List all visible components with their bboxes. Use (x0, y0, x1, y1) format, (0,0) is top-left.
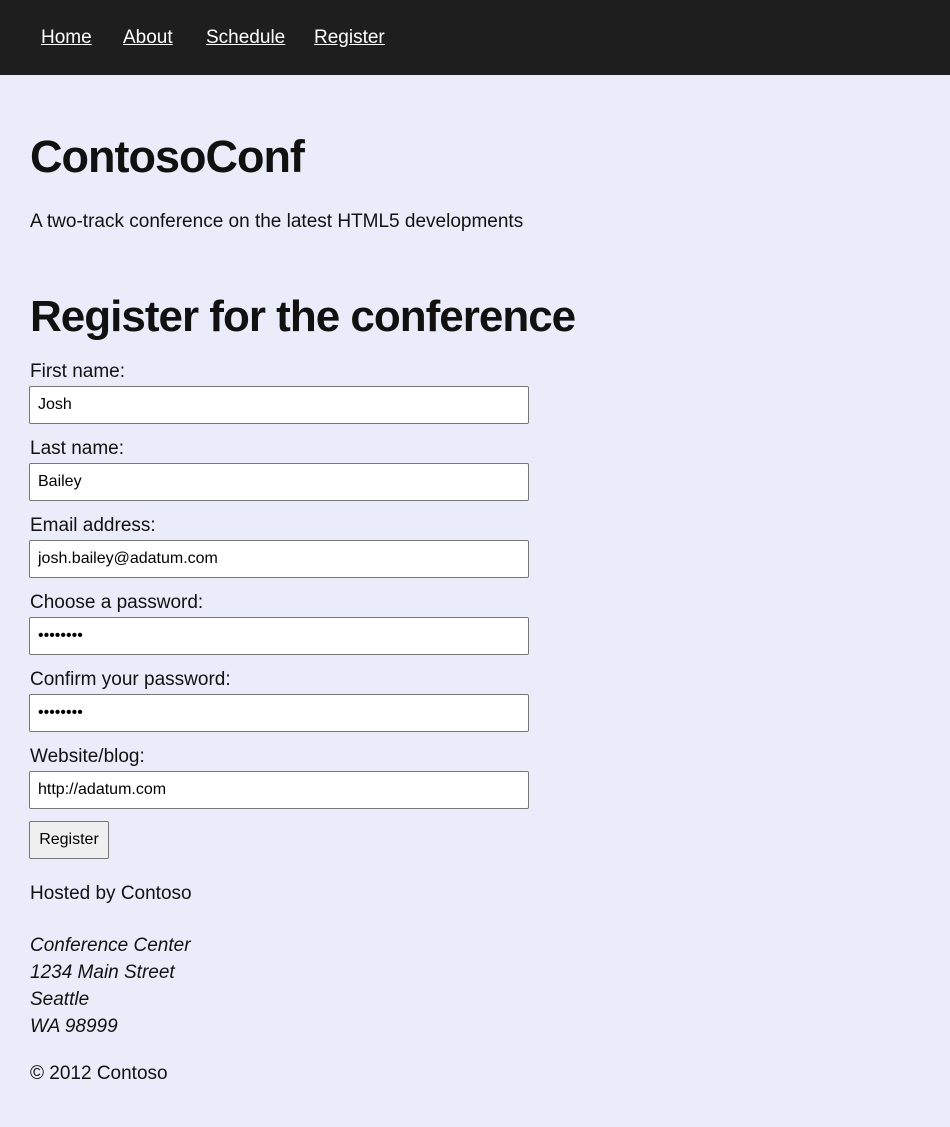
last-name-label: Last name: (30, 438, 124, 459)
address-line: 1234 Main Street (30, 962, 175, 983)
last-name-input[interactable] (29, 463, 529, 501)
nav-link-home[interactable]: Home (41, 27, 92, 49)
address-line: Seattle (30, 989, 90, 1010)
first-name-input[interactable] (29, 386, 529, 424)
address: Conference Center 1234 Main Street Seatt… (30, 932, 191, 1040)
password-input[interactable] (29, 617, 529, 655)
site-title: ContosoConf (30, 131, 305, 182)
copyright: © 2012 Contoso (30, 1063, 168, 1084)
site-tagline: A two-track conference on the latest HTM… (30, 211, 524, 232)
email-label: Email address: (30, 515, 156, 536)
nav-link-register[interactable]: Register (314, 27, 385, 49)
address-line: WA 98999 (30, 1016, 118, 1037)
first-name-label: First name: (30, 361, 126, 382)
email-input[interactable] (29, 540, 529, 578)
register-button[interactable]: Register (29, 821, 109, 859)
website-label: Website/blog: (30, 746, 145, 767)
address-line: Conference Center (30, 935, 191, 956)
hosted-by: Hosted by Contoso (30, 883, 192, 904)
password-label: Choose a password: (30, 592, 204, 613)
nav-link-about[interactable]: About (123, 27, 173, 49)
website-input[interactable] (29, 771, 529, 809)
top-nav: Home About Schedule Register (0, 0, 950, 75)
confirm-password-label: Confirm your password: (30, 669, 231, 690)
nav-link-schedule[interactable]: Schedule (206, 27, 285, 49)
confirm-password-input[interactable] (29, 694, 529, 732)
register-heading: Register for the conference (30, 292, 576, 341)
